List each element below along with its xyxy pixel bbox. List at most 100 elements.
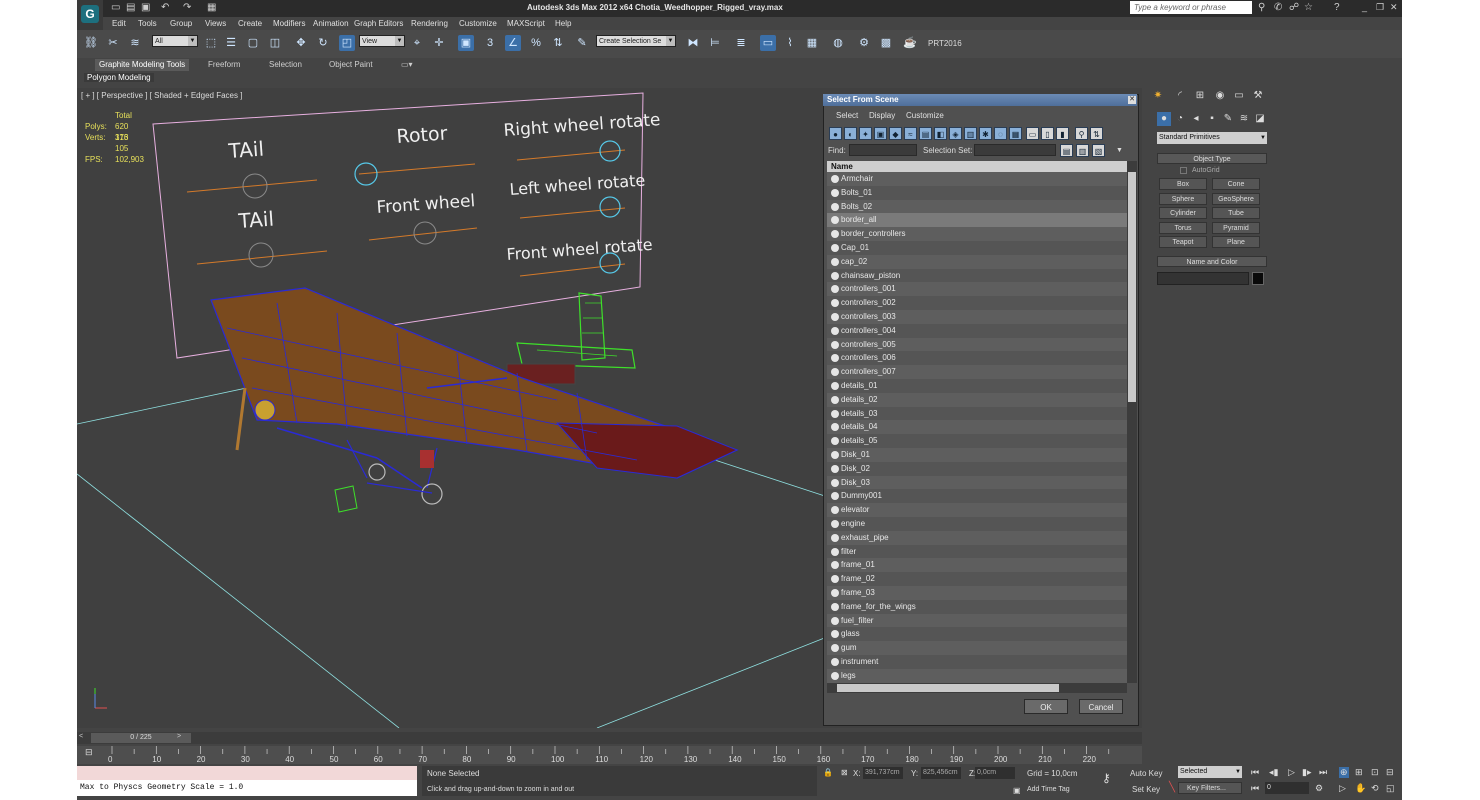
list-item[interactable]: instrument (827, 655, 1127, 669)
list-item[interactable]: Bolts_02 (827, 199, 1127, 214)
align-icon[interactable]: ⊨ (707, 35, 723, 51)
list-item[interactable]: details_01 (827, 379, 1127, 393)
list-item[interactable]: controllers_004 (827, 323, 1127, 338)
search-input[interactable]: Type a keyword or phrase (1130, 1, 1252, 14)
hierarchy-panel-icon[interactable]: ⊞ (1193, 89, 1207, 103)
list-item[interactable]: details_05 (827, 434, 1127, 448)
display-containers-icon[interactable]: ▥ (964, 127, 977, 140)
subscription-icon[interactable]: ✆ (1274, 2, 1282, 13)
tube-button[interactable]: Tube (1212, 207, 1260, 219)
display-shapes-icon[interactable]: ◐ (844, 127, 857, 140)
viewport-label[interactable]: [ + ] [ Perspective ] [ Shaded + Edged F… (81, 91, 242, 100)
dialog-menu-select[interactable]: Select (836, 111, 858, 120)
time-configuration-icon[interactable]: ⚙ (1315, 783, 1323, 794)
list-item[interactable]: legs (827, 668, 1127, 683)
go-to-start-icon[interactable]: ⏮ (1251, 767, 1259, 778)
list-item[interactable]: details_04 (827, 420, 1127, 435)
open-file-icon[interactable]: ▤ (126, 2, 135, 13)
object-type-rollout[interactable]: Object Type (1157, 153, 1267, 164)
list-item[interactable]: controllers_001 (827, 282, 1127, 297)
display-spacewarps-icon[interactable]: ≈ (904, 127, 917, 140)
select-object-icon[interactable]: ⬚ (203, 35, 219, 51)
list-item[interactable]: controllers_002 (827, 296, 1127, 310)
selection-set-delete-icon[interactable]: ▧ (1092, 144, 1105, 157)
next-frame-icon[interactable]: ▮▸ (1302, 767, 1311, 778)
display-geometry-icon[interactable]: ● (829, 127, 842, 140)
dialog-options-arrow-icon[interactable]: ▼ (1116, 147, 1123, 154)
unlink-icon[interactable]: ✂ (105, 35, 121, 51)
select-all-icon[interactable]: ▭ (1026, 127, 1039, 140)
save-icon[interactable]: ▣ (141, 2, 150, 13)
add-time-tag-button[interactable]: Add Time Tag (1027, 786, 1070, 793)
menu-graph-editors[interactable]: Graph Editors (354, 19, 403, 28)
list-item[interactable]: Cap_01 (827, 241, 1127, 255)
render-teapot-icon[interactable]: ☕ (902, 35, 918, 51)
display-helpers-icon[interactable]: ◆ (889, 127, 902, 140)
time-prev-icon[interactable]: < (79, 733, 83, 740)
display-hidden-icon[interactable]: ◌ (994, 127, 1007, 140)
material-editor-icon[interactable]: ◍ (830, 35, 846, 51)
named-selection-dropdown[interactable]: Create Selection Se ▼ (596, 35, 676, 47)
play-icon[interactable]: ▷ (1288, 767, 1295, 778)
rectangular-selection-icon[interactable]: ▢ (245, 35, 261, 51)
scale-icon[interactable]: ◰ (339, 35, 355, 51)
geosphere-button[interactable]: GeoSphere (1212, 193, 1260, 205)
reference-coordinate-dropdown[interactable]: View ▼ (359, 35, 405, 47)
list-item[interactable]: elevator (827, 503, 1127, 517)
utilities-panel-icon[interactable]: ⚒ (1251, 89, 1265, 103)
menu-help[interactable]: Help (555, 19, 571, 28)
link-icon[interactable]: ⛓ (83, 35, 99, 51)
dialog-menu-display[interactable]: Display (869, 111, 895, 120)
go-to-end-icon[interactable]: ⏭ (1319, 767, 1327, 778)
set-key-button[interactable]: Set Key (1132, 785, 1160, 794)
keyboard-shortcut-override-icon[interactable]: ▣ (458, 35, 474, 51)
list-item[interactable]: Disk_02 (827, 461, 1127, 476)
list-item[interactable]: cap_02 (827, 254, 1127, 269)
tab-object-paint[interactable]: Object Paint (325, 59, 377, 71)
snaps-toggle-icon[interactable]: 3 (482, 35, 498, 51)
percent-snap-icon[interactable]: % (528, 35, 544, 51)
menu-tools[interactable]: Tools (138, 19, 157, 28)
communication-icon[interactable]: ☍ (1289, 2, 1299, 13)
dialog-menu-customize[interactable]: Customize (906, 111, 944, 120)
selection-filter-dropdown[interactable]: All ▼ (152, 35, 198, 47)
y-coordinate-field[interactable]: 825,456cm (921, 767, 961, 779)
list-item[interactable]: controllers_003 (827, 310, 1127, 324)
list-item[interactable]: Disk_03 (827, 475, 1127, 490)
absolute-mode-icon[interactable]: ⊠ (841, 768, 848, 777)
list-vertical-scroll-thumb[interactable] (1128, 172, 1136, 402)
list-item[interactable]: engine (827, 517, 1127, 531)
selection-set-dropdown[interactable] (974, 144, 1056, 156)
ribbon-options-icon[interactable]: ▭▾ (397, 59, 417, 71)
selection-set-add-icon[interactable]: ▤ (1060, 144, 1073, 157)
mirror-icon[interactable]: ⧓ (685, 35, 701, 51)
spinner-snap-icon[interactable]: ⇅ (550, 35, 566, 51)
rotate-icon[interactable]: ↻ (315, 35, 331, 51)
cancel-button[interactable]: Cancel (1079, 699, 1123, 714)
track-bar[interactable] (77, 746, 1142, 764)
new-file-icon[interactable]: ▭ (111, 2, 120, 13)
restore-button[interactable]: ❐ (1376, 2, 1384, 13)
dialog-title[interactable]: Select From Scene (823, 94, 1137, 106)
pan-icon[interactable]: ✋ (1355, 783, 1366, 794)
render-setup-icon[interactable]: ⚙ (856, 35, 872, 51)
move-icon[interactable]: ✥ (293, 35, 309, 51)
create-panel-icon[interactable]: ✷ (1151, 89, 1165, 103)
sphere-button[interactable]: Sphere (1159, 193, 1207, 205)
list-item[interactable]: filter (827, 544, 1127, 559)
list-item[interactable]: exhaust_pipe (827, 530, 1127, 545)
x-coordinate-field[interactable]: 391,737cm (863, 767, 903, 779)
motion-panel-icon[interactable]: ◉ (1213, 89, 1227, 103)
bind-spacewarp-icon[interactable]: ≋ (127, 35, 143, 51)
selection-lock-icon[interactable]: 🔒 (823, 768, 833, 777)
torus-button[interactable]: Torus (1159, 222, 1207, 234)
object-name-input[interactable] (1157, 272, 1249, 285)
ok-button[interactable]: OK (1024, 699, 1068, 714)
zoom-extents-all-icon[interactable]: ⊟ (1386, 767, 1394, 778)
modify-panel-icon[interactable]: ◜ (1173, 89, 1187, 103)
object-color-swatch[interactable] (1252, 272, 1264, 285)
menu-group[interactable]: Group (170, 19, 192, 28)
binoculars-icon[interactable]: ⚲ (1258, 2, 1265, 13)
auto-key-button[interactable]: Auto Key (1130, 769, 1162, 778)
menu-maxscript[interactable]: MAXScript (507, 19, 545, 28)
